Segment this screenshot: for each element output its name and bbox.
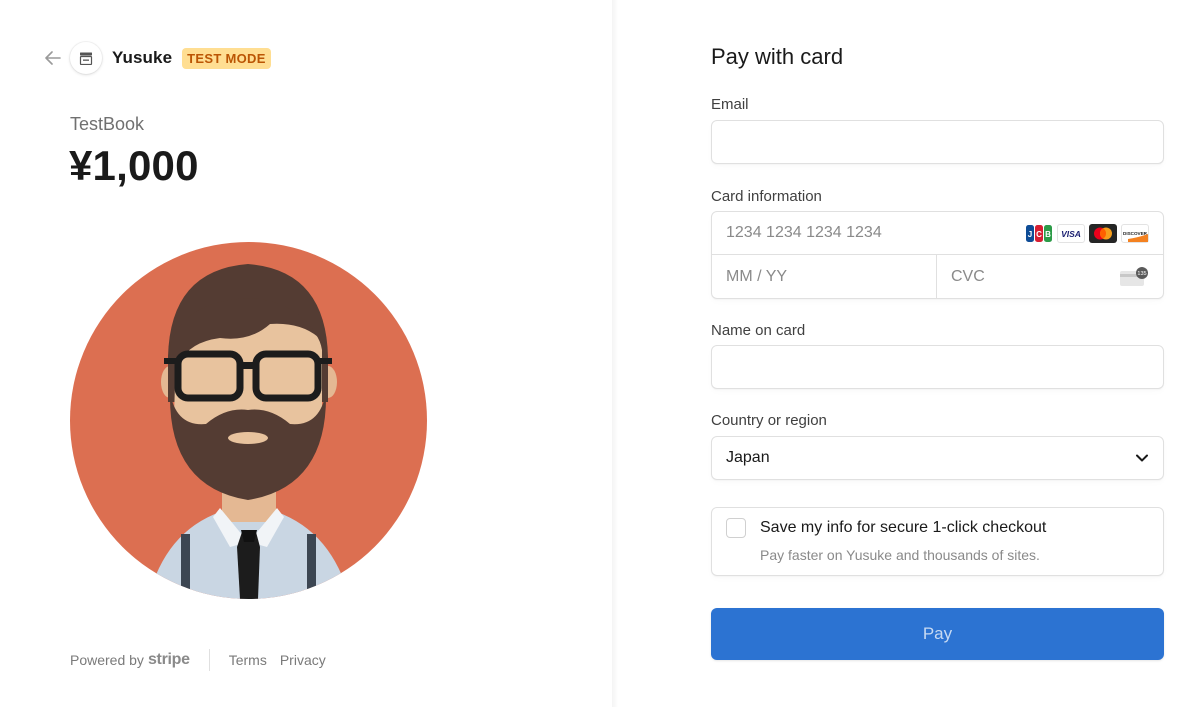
svg-text:DISCOVER: DISCOVER xyxy=(1123,231,1148,236)
card-number-row: J C B VISA DISCOVER xyxy=(712,212,1163,255)
discover-icon: DISCOVER xyxy=(1121,224,1149,243)
country-value: Japan xyxy=(726,449,770,466)
email-label: Email xyxy=(711,96,749,113)
test-mode-badge: TEST MODE xyxy=(182,47,271,69)
product-name: TestBook xyxy=(70,114,145,134)
cvc-card-icon: 135 xyxy=(1120,267,1148,286)
powered-by-text: Powered by xyxy=(70,652,144,668)
svg-text:C: C xyxy=(1036,230,1042,239)
product-price: ¥1,000 xyxy=(69,142,199,189)
expiry-input[interactable] xyxy=(712,255,936,299)
cvc-cell: 135 xyxy=(937,255,1163,299)
save-info-title: Save my info for secure 1-click checkout xyxy=(760,519,1047,536)
chevron-down-icon xyxy=(1136,454,1148,462)
privacy-link[interactable]: Privacy xyxy=(280,652,326,668)
save-info-checkbox[interactable] xyxy=(726,518,746,538)
country-select[interactable]: Japan xyxy=(711,436,1164,480)
form-title: Pay with card xyxy=(711,44,844,69)
email-input-box xyxy=(711,120,1164,164)
merchant-name: Yusuke xyxy=(112,48,173,67)
product-avatar-image xyxy=(70,242,427,599)
footer-divider xyxy=(208,649,210,671)
card-info-label: Card information xyxy=(711,188,822,205)
country-label: Country or region xyxy=(711,412,827,429)
email-input[interactable] xyxy=(712,121,1163,163)
save-info-subtitle: Pay faster on Yusuke and thousands of si… xyxy=(760,547,1040,563)
mastercard-icon xyxy=(1089,224,1117,243)
store-icon xyxy=(70,42,102,74)
svg-text:VISA: VISA xyxy=(1061,229,1081,239)
back-arrow-icon[interactable] xyxy=(44,49,62,67)
jcb-icon: J C B xyxy=(1025,224,1053,243)
order-summary-panel: Yusuke TEST MODE TestBook ¥1,000 Powered… xyxy=(0,0,612,707)
merchant-header: Yusuke TEST MODE xyxy=(44,42,271,74)
visa-icon: VISA xyxy=(1057,224,1085,243)
name-on-card-input[interactable] xyxy=(712,346,1163,388)
name-input-box xyxy=(711,345,1164,389)
expiry-cell xyxy=(712,255,937,299)
powered-by-stripe[interactable]: Powered by stripe xyxy=(70,651,190,669)
save-info-box: Save my info for secure 1-click checkout… xyxy=(711,507,1164,576)
card-info-group: J C B VISA DISCOVER xyxy=(711,211,1164,299)
checkout-footer: Powered by stripe Terms Privacy xyxy=(70,648,339,672)
card-brands: J C B VISA DISCOVER xyxy=(1025,224,1149,243)
payment-panel: Pay with card Email Card information J C xyxy=(618,0,1200,707)
stripe-logo: stripe xyxy=(147,651,190,668)
svg-text:135: 135 xyxy=(1137,271,1146,277)
name-label: Name on card xyxy=(711,322,806,339)
terms-link[interactable]: Terms xyxy=(229,652,267,668)
pay-button[interactable]: Pay xyxy=(711,608,1164,660)
svg-text:B: B xyxy=(1045,230,1051,239)
svg-text:J: J xyxy=(1028,230,1032,239)
